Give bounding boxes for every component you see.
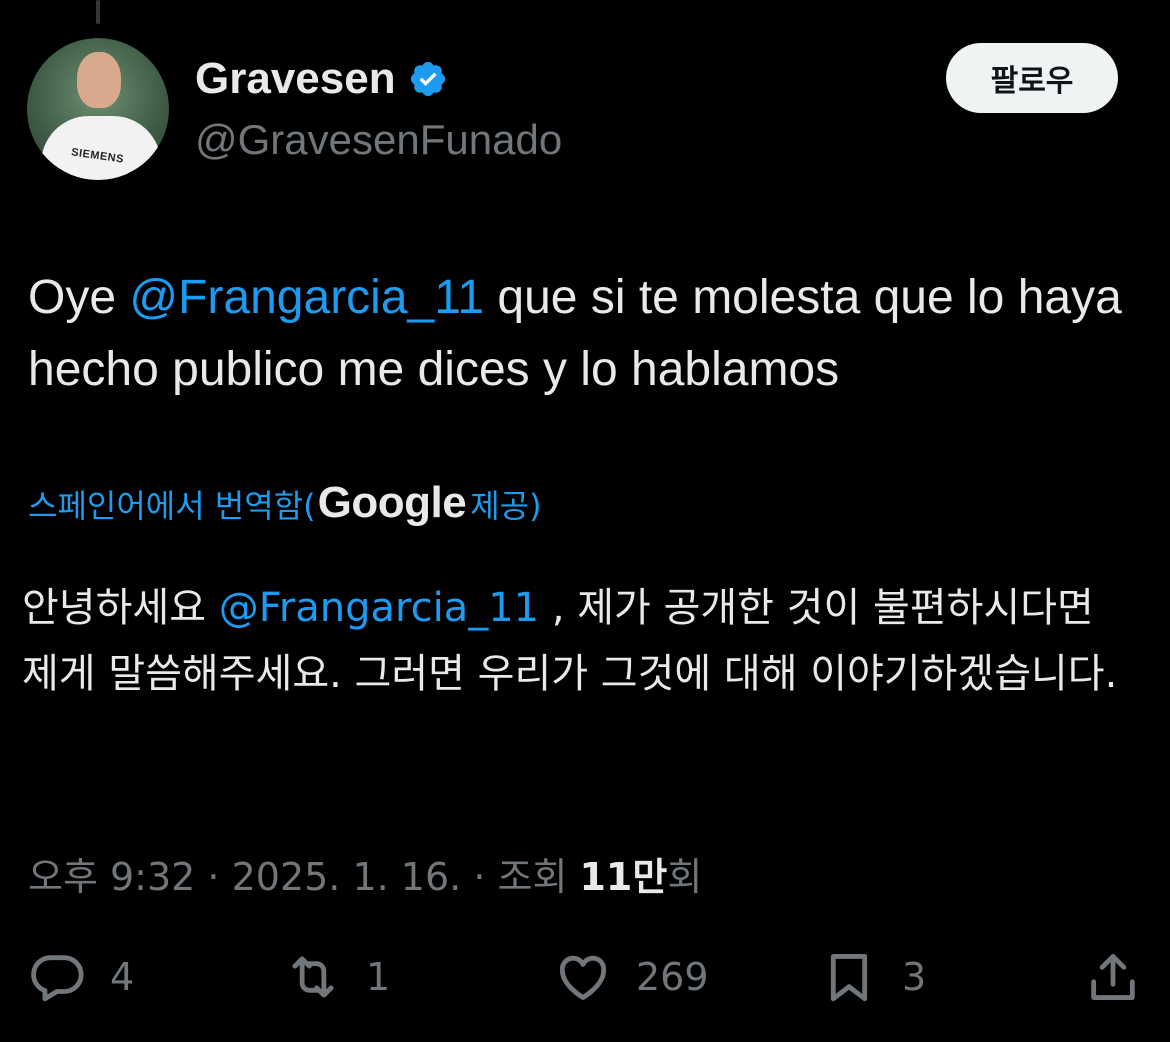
- meta-separator: ·: [461, 855, 498, 899]
- repost-count: 1: [366, 955, 391, 999]
- translation-label[interactable]: 스페인어에서 번역함(Google 제공): [28, 478, 542, 528]
- views-label: 조회: [497, 855, 580, 899]
- tweet-date[interactable]: 2025. 1. 16.: [232, 855, 462, 899]
- bookmark-count: 3: [902, 955, 927, 999]
- thread-line: [96, 0, 100, 24]
- reply-icon: [31, 955, 84, 1002]
- share-icon: [1091, 954, 1135, 1000]
- tweet-text-part: Oye: [28, 271, 130, 324]
- mention-link[interactable]: @Frangarcia_11: [129, 271, 484, 324]
- author-name-row: Gravesen: [195, 54, 448, 104]
- tweet-meta: 오후 9:32 · 2025. 1. 16. · 조회 11만회: [28, 846, 702, 901]
- tweet-time[interactable]: 오후 9:32: [28, 855, 195, 899]
- like-button[interactable]: 269: [554, 945, 709, 1009]
- repost-button[interactable]: 1: [284, 945, 390, 1009]
- views-suffix: 회: [667, 855, 703, 899]
- reply-count: 4: [110, 955, 135, 999]
- like-count: 269: [636, 955, 709, 999]
- verified-badge-icon: [410, 61, 445, 97]
- author-display-name[interactable]: Gravesen: [195, 54, 396, 104]
- bookmark-icon: [830, 954, 868, 1002]
- like-icon: [559, 955, 607, 1000]
- tweet-text: Oye @Frangarcia_11 que si te molesta que…: [28, 262, 1138, 406]
- share-button[interactable]: [1084, 945, 1142, 1009]
- translation-label-suffix: 제공): [470, 487, 542, 525]
- repost-icon: [292, 956, 334, 998]
- views-count: 11만: [579, 855, 668, 899]
- translated-text-part: 안녕하세요: [22, 585, 219, 631]
- avatar[interactable]: SIEMENS: [27, 38, 169, 180]
- meta-separator: ·: [195, 855, 232, 899]
- follow-button[interactable]: 팔로우: [946, 43, 1118, 113]
- reply-button[interactable]: 4: [28, 945, 134, 1009]
- google-logo: Google: [317, 478, 467, 527]
- action-bar: 4 1 269 3: [0, 945, 1170, 1009]
- bookmark-button[interactable]: 3: [820, 945, 926, 1009]
- translated-mention-link[interactable]: @Frangarcia_11: [219, 585, 539, 631]
- translated-text: 안녕하세요 @Frangarcia_11 , 제가 공개한 것이 불편하시다면 …: [22, 575, 1142, 707]
- author-handle[interactable]: @GravesenFunado: [195, 116, 562, 164]
- translation-label-prefix: 스페인어에서 번역함(: [28, 487, 316, 525]
